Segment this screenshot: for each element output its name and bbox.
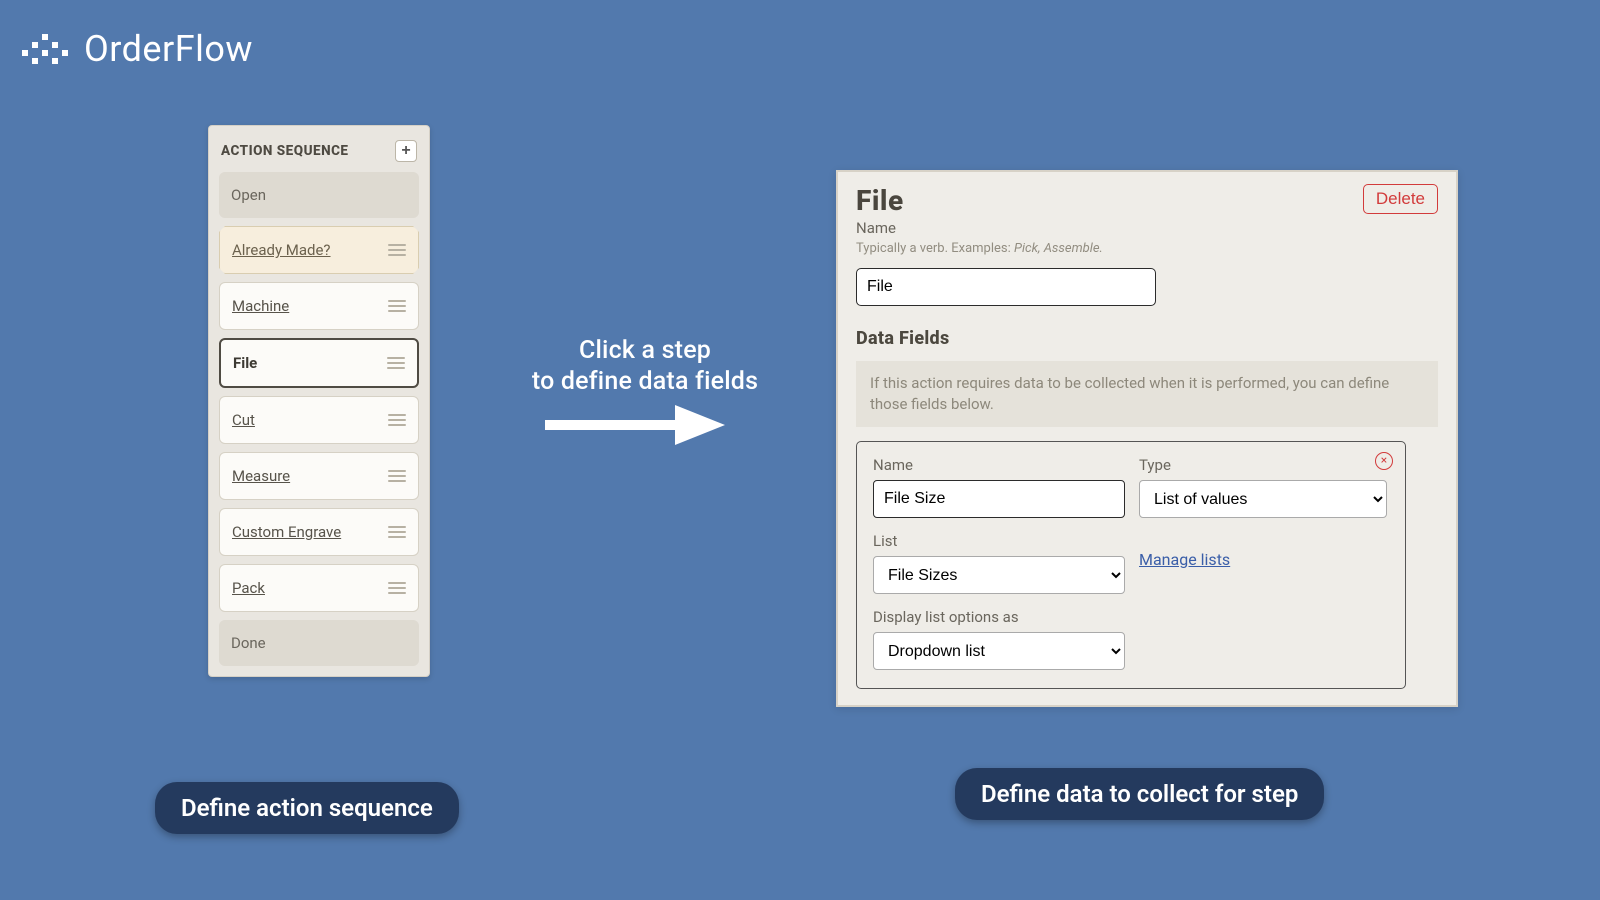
- step-label: Pack: [232, 579, 265, 597]
- data-fields-heading: Data Fields: [856, 328, 1438, 349]
- step-done[interactable]: Done: [219, 620, 419, 666]
- action-sequence-header: ACTION SEQUENCE +: [219, 136, 419, 172]
- action-sequence-title: ACTION SEQUENCE: [221, 143, 349, 159]
- instruction-line-2: to define data fields: [515, 366, 775, 397]
- step-cut[interactable]: Cut: [219, 396, 419, 444]
- step-open[interactable]: Open: [219, 172, 419, 218]
- step-label: Done: [231, 634, 266, 652]
- name-help: Typically a verb. Examples: Pick, Assemb…: [856, 241, 1103, 256]
- step-label: Machine: [232, 297, 289, 315]
- field-name-input[interactable]: [873, 480, 1125, 518]
- instruction-callout: Click a step to define data fields: [515, 335, 775, 398]
- data-fields-info: If this action requires data to be colle…: [856, 361, 1438, 427]
- step-custom-engrave[interactable]: Custom Engrave: [219, 508, 419, 556]
- field-list-label: List: [873, 532, 1125, 550]
- drag-handle-icon[interactable]: [388, 582, 406, 594]
- step-file[interactable]: File: [219, 338, 419, 388]
- field-type-select[interactable]: List of values: [1139, 480, 1387, 518]
- step-measure[interactable]: Measure: [219, 452, 419, 500]
- step-label: Custom Engrave: [232, 523, 341, 541]
- step-label: Cut: [232, 411, 255, 429]
- step-detail-panel: File Name Typically a verb. Examples: Pi…: [836, 170, 1458, 707]
- step-label: File: [233, 354, 257, 372]
- step-already-made[interactable]: Already Made?: [219, 226, 419, 274]
- data-field-card: × Name Type List of values List File Siz…: [856, 441, 1406, 689]
- remove-field-button[interactable]: ×: [1375, 452, 1393, 470]
- step-machine[interactable]: Machine: [219, 282, 419, 330]
- field-display-select[interactable]: Dropdown list: [873, 632, 1125, 670]
- drag-handle-icon[interactable]: [388, 414, 406, 426]
- step-label: Already Made?: [232, 241, 331, 259]
- instruction-line-1: Click a step: [515, 335, 775, 366]
- step-pack[interactable]: Pack: [219, 564, 419, 612]
- field-display-label: Display list options as: [873, 608, 1125, 626]
- brand: OrderFlow: [22, 28, 253, 70]
- name-label: Name: [856, 219, 1103, 237]
- name-help-prefix: Typically a verb. Examples:: [856, 241, 1014, 256]
- brand-name: OrderFlow: [84, 28, 253, 70]
- name-help-examples: Pick, Assemble.: [1014, 241, 1103, 256]
- drag-handle-icon[interactable]: [388, 526, 406, 538]
- add-step-button[interactable]: +: [395, 140, 417, 162]
- manage-lists-link[interactable]: Manage lists: [1139, 550, 1230, 569]
- caption-right: Define data to collect for step: [955, 768, 1324, 820]
- caption-left: Define action sequence: [155, 782, 459, 834]
- field-list-select[interactable]: File Sizes: [873, 556, 1125, 594]
- step-label: Measure: [232, 467, 290, 485]
- drag-handle-icon[interactable]: [388, 470, 406, 482]
- action-sequence-panel: ACTION SEQUENCE + Open Already Made? Mac…: [208, 125, 430, 677]
- detail-title: File: [856, 184, 1103, 217]
- step-label: Open: [231, 186, 266, 204]
- drag-handle-icon[interactable]: [387, 357, 405, 369]
- delete-button[interactable]: Delete: [1363, 184, 1438, 214]
- field-type-label: Type: [1139, 456, 1387, 474]
- drag-handle-icon[interactable]: [388, 300, 406, 312]
- arrow-icon: [545, 400, 725, 454]
- field-name-label: Name: [873, 456, 1125, 474]
- step-name-input[interactable]: [856, 268, 1156, 306]
- brand-logo-icon: [22, 32, 68, 66]
- drag-handle-icon[interactable]: [388, 244, 406, 256]
